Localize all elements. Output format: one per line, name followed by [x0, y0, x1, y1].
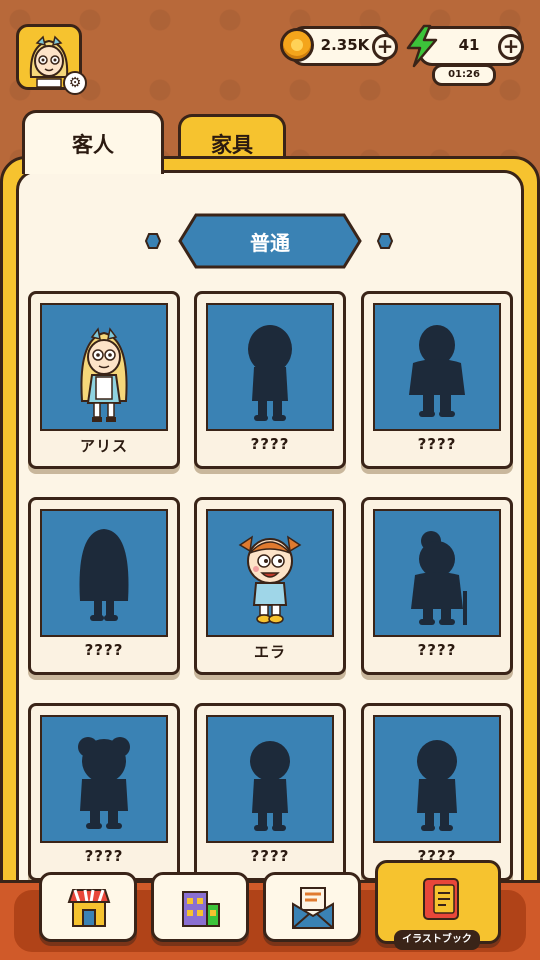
character-card-locked[interactable]: ???? — [28, 703, 180, 881]
character-portrait — [373, 303, 501, 431]
nav-book-label: イラストブック — [394, 930, 480, 950]
character-card-ella[interactable]: エラ — [194, 497, 346, 675]
add-energy-button[interactable]: + — [498, 34, 524, 60]
locked-silhouette-icon — [409, 325, 465, 417]
character-card-locked[interactable]: ???? — [194, 703, 346, 881]
character-card-locked[interactable]: ???? — [361, 703, 513, 881]
nav-building-button[interactable] — [151, 872, 249, 942]
character-portrait — [40, 715, 168, 843]
character-card-locked[interactable]: ???? — [194, 291, 346, 469]
character-portrait — [206, 715, 334, 843]
section-title: 普通 — [250, 230, 290, 255]
coin-icon — [280, 28, 314, 62]
character-portrait — [373, 509, 501, 637]
card-label: ???? — [250, 847, 290, 865]
energy-timer: 01:26 — [432, 64, 496, 86]
card-label: エラ — [253, 643, 286, 661]
locked-silhouette-icon — [78, 737, 130, 829]
locked-silhouette-icon — [417, 740, 457, 831]
energy-value: 41 — [458, 36, 480, 54]
character-card-locked[interactable]: ???? — [361, 497, 513, 675]
building-icon — [182, 891, 220, 927]
settings-gear-icon[interactable]: ⚙ — [63, 71, 87, 95]
character-portrait — [206, 303, 334, 431]
card-label: アリス — [79, 437, 128, 455]
character-portrait — [40, 303, 168, 431]
locked-silhouette-icon — [79, 529, 129, 621]
character-card-locked[interactable]: ???? — [361, 291, 513, 469]
shop-icon — [67, 889, 111, 927]
character-card-alice[interactable]: アリス — [28, 291, 180, 469]
alice-character-icon — [80, 327, 128, 422]
character-portrait — [373, 715, 501, 843]
card-label: ???? — [84, 847, 124, 865]
banner-diamond-right-icon — [377, 233, 393, 249]
locked-silhouette-icon — [248, 325, 292, 421]
card-label: ???? — [250, 435, 290, 453]
player-avatar[interactable]: ⚙ — [16, 24, 87, 95]
mail-icon — [292, 887, 334, 929]
locked-silhouette-icon — [411, 531, 467, 625]
tab-guests[interactable]: 客人 — [22, 110, 164, 174]
nav-shop-button[interactable] — [39, 872, 137, 942]
nav-mail-button[interactable] — [263, 872, 361, 942]
character-portrait — [40, 509, 168, 637]
card-label: ???? — [417, 435, 457, 453]
card-label: ???? — [417, 641, 457, 659]
add-coins-button[interactable]: + — [372, 34, 398, 60]
card-label: ???? — [84, 641, 124, 659]
banner-diamond-left-icon — [145, 233, 161, 249]
character-portrait — [206, 509, 334, 637]
ella-character-icon — [238, 535, 302, 624]
book-icon — [423, 878, 459, 920]
energy-bolt-icon — [406, 24, 438, 68]
locked-silhouette-icon — [250, 741, 290, 831]
coin-value: 2.35K — [320, 36, 370, 54]
character-card-locked[interactable]: ???? — [28, 497, 180, 675]
